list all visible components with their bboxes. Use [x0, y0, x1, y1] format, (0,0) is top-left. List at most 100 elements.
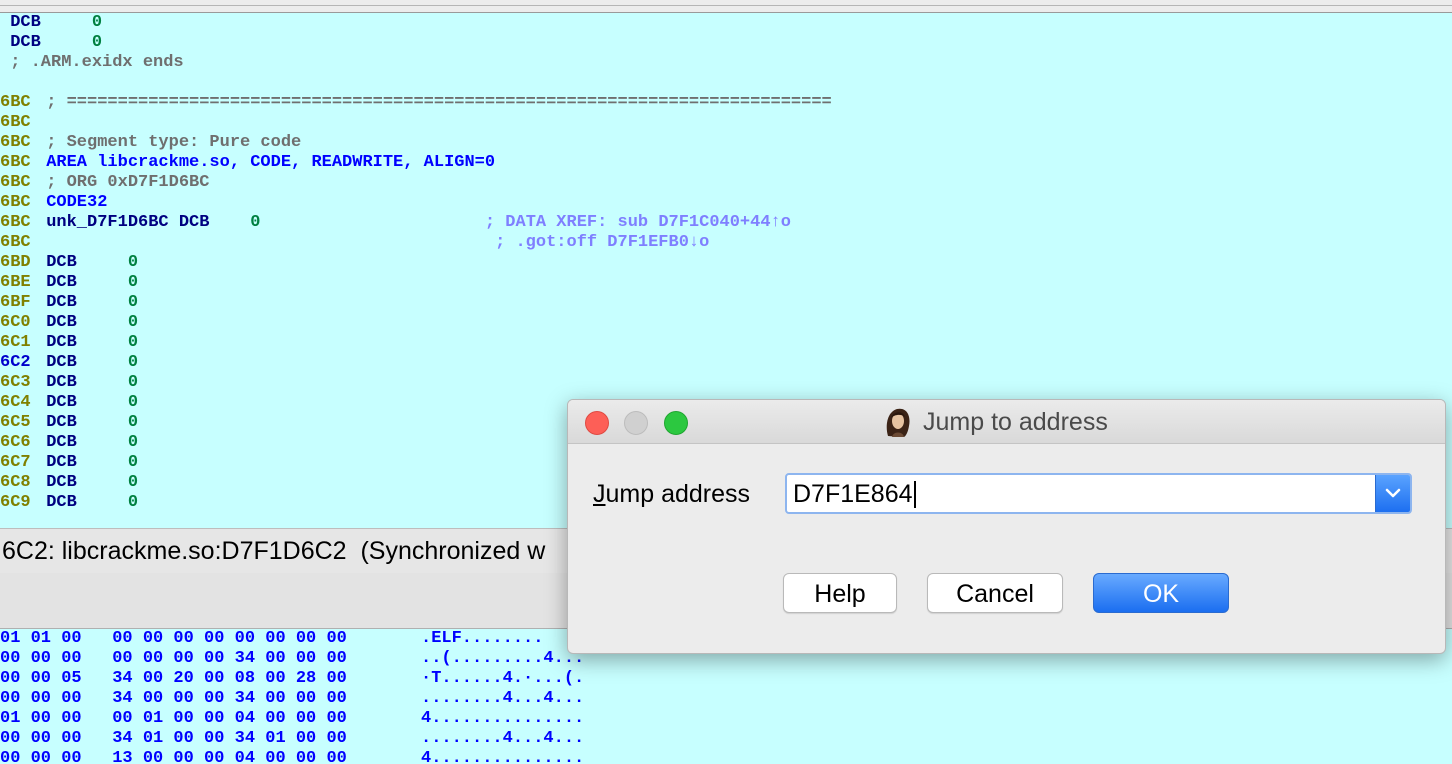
line-address: 6C8 [0, 473, 31, 492]
line-address: 6C9 [0, 493, 31, 512]
close-window-button[interactable] [585, 411, 609, 435]
line-token: DCB [36, 333, 128, 352]
dialog-titlebar[interactable]: Jump to address [568, 400, 1445, 444]
line-body: DCB 0 [36, 253, 138, 273]
hex-ascii: .ELF........ [421, 629, 544, 648]
line-address: 6BC [0, 213, 31, 232]
line-address: 6BC [0, 233, 31, 252]
line-token: 0 [127, 333, 139, 352]
line-token: ; Segment type: Pure code [36, 133, 302, 152]
hex-bytes: 00 00 00 34 01 00 00 34 01 00 00 [0, 729, 347, 748]
line-token: 0 [91, 33, 103, 52]
line-token: AREA libcrackme.so, CODE, READWRITE, ALI… [36, 153, 496, 172]
line-body: DCB 0 [0, 33, 102, 53]
hex-ascii: ........4...4... [421, 689, 585, 708]
hex-bytes: 01 01 00 00 00 00 00 00 00 00 00 [0, 629, 347, 648]
jump-address-input[interactable]: D7F1E864 [793, 480, 913, 509]
line-token: ; DATA XREF: sub D7F1C040+44↑o [260, 213, 791, 232]
ok-button[interactable]: OK [1093, 573, 1229, 613]
line-address: 6C0 [0, 313, 31, 332]
hex-ascii: 4............... [421, 749, 585, 764]
line-token: DCB [36, 353, 128, 372]
line-token: 0 [127, 413, 139, 432]
line-token: 0 [127, 393, 139, 412]
line-address: 6BF [0, 293, 31, 312]
help-button[interactable]: Help [783, 573, 897, 613]
line-address: 6BC [0, 133, 31, 152]
line-token: ; ======================================… [36, 93, 832, 112]
line-token: DCB [36, 493, 128, 512]
line-address: 6C1 [0, 333, 31, 352]
line-address: 6BC [0, 193, 31, 212]
line-body: DCB 0 [36, 273, 138, 293]
line-address: 6C7 [0, 453, 31, 472]
cancel-button[interactable]: Cancel [927, 573, 1063, 613]
hex-ascii: ..(.........4... [421, 649, 585, 668]
line-token: DCB [36, 273, 128, 292]
line-token: DCB [36, 293, 128, 312]
line-token: 0 [250, 213, 261, 232]
hex-bytes: 00 00 00 00 00 00 00 34 00 00 00 [0, 649, 347, 668]
line-token: DCB [36, 413, 128, 432]
chevron-down-icon [1385, 488, 1401, 498]
line-address: 6C2 [0, 353, 31, 372]
app-portrait-icon [886, 408, 910, 437]
line-token: DCB [36, 473, 128, 492]
line-token: DCB [36, 253, 128, 272]
line-body: DCB 0 [36, 333, 138, 353]
hex-ascii: ........4...4... [421, 729, 585, 748]
minimize-window-button [624, 411, 648, 435]
line-address: 6BC [0, 153, 31, 172]
line-token: DCB [36, 393, 128, 412]
line-token: CODE32 [36, 193, 108, 212]
line-token: 0 [127, 353, 139, 372]
line-address: 6BC [0, 93, 31, 112]
dropdown-button[interactable] [1375, 475, 1410, 512]
line-token: 0 [91, 13, 103, 32]
line-token: 0 [127, 253, 139, 272]
line-token: 0 [127, 313, 139, 332]
line-body: DCB 0 [36, 393, 138, 413]
line-body: DCB 0 [36, 293, 138, 313]
line-body: DCB 0 [36, 453, 138, 473]
line-token: 0 [127, 293, 139, 312]
line-token: ; .ARM.exidx ends [0, 53, 184, 72]
line-body: DCB 0 [36, 353, 138, 373]
hex-bytes: 00 00 00 34 00 00 00 34 00 00 00 [0, 689, 347, 708]
line-address: 6BD [0, 253, 31, 272]
line-body: AREA libcrackme.so, CODE, READWRITE, ALI… [36, 153, 495, 173]
jump-address-combobox[interactable]: D7F1E864 [785, 473, 1412, 514]
label-mnemonic: J [593, 480, 606, 508]
line-body: DCB 0 [36, 413, 138, 433]
line-body: DCB 0 [36, 373, 138, 393]
line-body: DCB 0 [0, 13, 102, 33]
hex-ascii: 4............... [421, 709, 585, 728]
top-divider [0, 0, 1452, 13]
maximize-window-button[interactable] [664, 411, 688, 435]
line-token: DCB [36, 373, 128, 392]
line-body: ; .got:off D7F1EFB0↓o [36, 233, 709, 253]
line-token: 0 [127, 493, 139, 512]
line-token: 0 [127, 473, 139, 492]
line-body: DCB 0 [36, 433, 138, 453]
line-address: 6C5 [0, 413, 31, 432]
line-token: 0 [127, 373, 139, 392]
text-caret [914, 481, 916, 508]
line-token: DCB [0, 33, 92, 52]
line-body: DCB 0 [36, 493, 138, 513]
dialog-title: Jump to address [923, 408, 1108, 436]
line-body: DCB 0 [36, 473, 138, 493]
line-token: DCB [36, 453, 128, 472]
line-address: 6C6 [0, 433, 31, 452]
line-token: 0 [127, 273, 139, 292]
hex-bytes: 00 00 05 34 00 20 00 08 00 28 00 [0, 669, 347, 688]
line-token: 0 [127, 453, 139, 472]
hex-bytes: 00 00 00 13 00 00 00 04 00 00 00 [0, 749, 347, 764]
line-address: 6BC [0, 173, 31, 192]
line-address: 6BE [0, 273, 31, 292]
line-token: 0 [127, 433, 139, 452]
jump-to-address-dialog: Jump to address Jump address D7F1E864 He… [567, 399, 1446, 654]
hex-bytes: 01 00 00 00 01 00 00 04 00 00 00 [0, 709, 347, 728]
line-address: 6C3 [0, 373, 31, 392]
status-text: 6C2: libcrackme.so:D7F1D6C2 (Synchronize… [2, 537, 546, 565]
